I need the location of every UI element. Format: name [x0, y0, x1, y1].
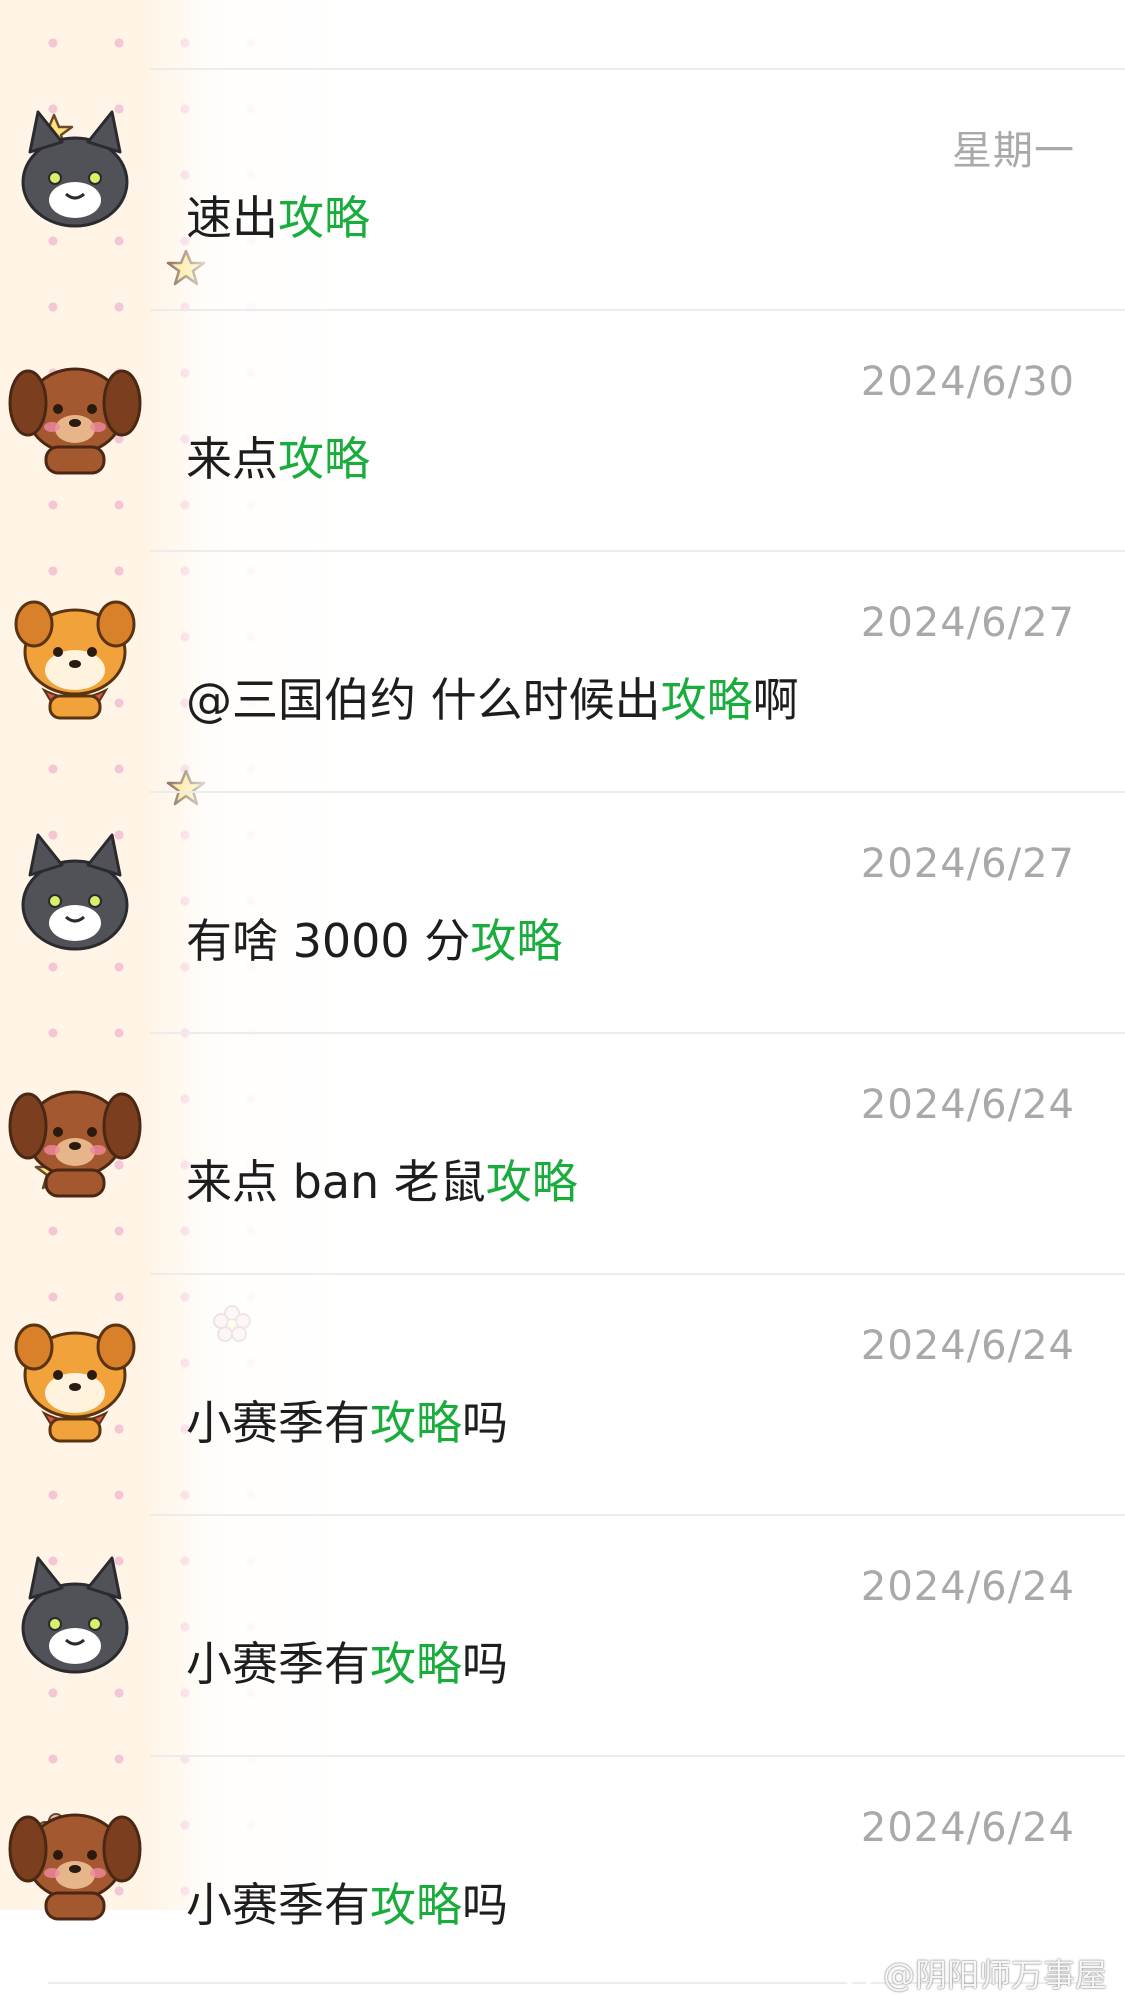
orange-shiba-sticker-icon: [14, 600, 136, 720]
message-preview: 小赛季有攻略吗: [186, 1869, 508, 1935]
message-date: 2024/6/24: [860, 1564, 1075, 1610]
message-date: 2024/6/24: [860, 1805, 1075, 1851]
message-preview: 来点 ban 老鼠攻略: [186, 1146, 578, 1212]
message-text: 来点: [186, 432, 278, 486]
message-text: 速出: [186, 191, 278, 245]
gray-cat-sticker-icon: [21, 833, 129, 951]
message-text: 来点 ban 老鼠: [186, 1155, 486, 1209]
message-text: 吗: [462, 1637, 508, 1691]
message-date: 2024/6/27: [860, 841, 1075, 887]
conversation-list: 星期一 速出攻略 2024/6/30 来点攻略 2024/6/27 @三国伯约 …: [0, 68, 1125, 1996]
brown-puppy-sticker-icon: [8, 1813, 142, 1921]
message-preview: 速出攻略: [186, 182, 370, 248]
conversation-row[interactable]: 2024/6/27 有啥 3000 分攻略: [21, 791, 1125, 1032]
keyword-highlight: 攻略: [370, 1637, 462, 1691]
gray-cat-sticker-icon: [21, 110, 129, 228]
conversation-row[interactable]: 2024/6/24 小赛季有攻略吗: [14, 1273, 1125, 1514]
gray-cat-sticker-icon: [21, 1556, 129, 1674]
message-preview: 小赛季有攻略吗: [186, 1387, 508, 1453]
weibo-logo-icon: [843, 1960, 878, 1988]
brown-puppy-sticker-icon: [8, 367, 142, 475]
conversation-row[interactable]: 2024/6/24 来点 ban 老鼠攻略: [8, 1032, 1125, 1273]
conversation-row[interactable]: 星期一 速出攻略: [21, 68, 1125, 309]
conversation-row[interactable]: 2024/6/27 @三国伯约 什么时候出攻略啊: [14, 550, 1125, 791]
message-text: 小赛季有: [186, 1637, 370, 1691]
message-text: 有啥 3000 分: [186, 914, 471, 968]
message-text: 啊: [752, 673, 799, 727]
message-preview: 有啥 3000 分攻略: [186, 905, 562, 971]
message-date: 2024/6/27: [860, 600, 1075, 646]
message-date: 2024/6/24: [860, 1323, 1075, 1369]
message-text: 小赛季有: [186, 1396, 370, 1450]
message-preview: @三国伯约 什么时候出攻略啊: [186, 664, 799, 730]
message-preview: 小赛季有攻略吗: [186, 1628, 508, 1694]
watermark-text: @阴阳师万事屋: [882, 1956, 1107, 1994]
keyword-highlight: 攻略: [470, 914, 563, 968]
conversation-row[interactable]: 2024/6/30 来点攻略: [8, 309, 1125, 550]
message-text: 小赛季有: [186, 1878, 370, 1932]
conversation-row[interactable]: 2024/6/24 小赛季有攻略吗: [21, 1514, 1125, 1755]
message-text: @三国伯约 什么时候出: [186, 673, 661, 727]
message-date: 2024/6/30: [860, 359, 1075, 405]
watermark: @阴阳师万事屋: [843, 1950, 1107, 1996]
keyword-highlight: 攻略: [370, 1396, 462, 1450]
keyword-highlight: 攻略: [278, 191, 370, 245]
keyword-highlight: 攻略: [660, 673, 753, 727]
message-text: 吗: [462, 1878, 508, 1932]
message-date: 2024/6/24: [860, 1082, 1075, 1128]
keyword-highlight: 攻略: [370, 1878, 462, 1932]
keyword-highlight: 攻略: [485, 1155, 578, 1209]
keyword-highlight: 攻略: [278, 432, 370, 486]
message-text: 吗: [462, 1396, 508, 1450]
orange-shiba-sticker-icon: [14, 1323, 136, 1443]
message-preview: 来点攻略: [186, 423, 370, 489]
brown-puppy-sticker-icon: [8, 1090, 142, 1198]
message-date: 星期一: [952, 128, 1075, 174]
